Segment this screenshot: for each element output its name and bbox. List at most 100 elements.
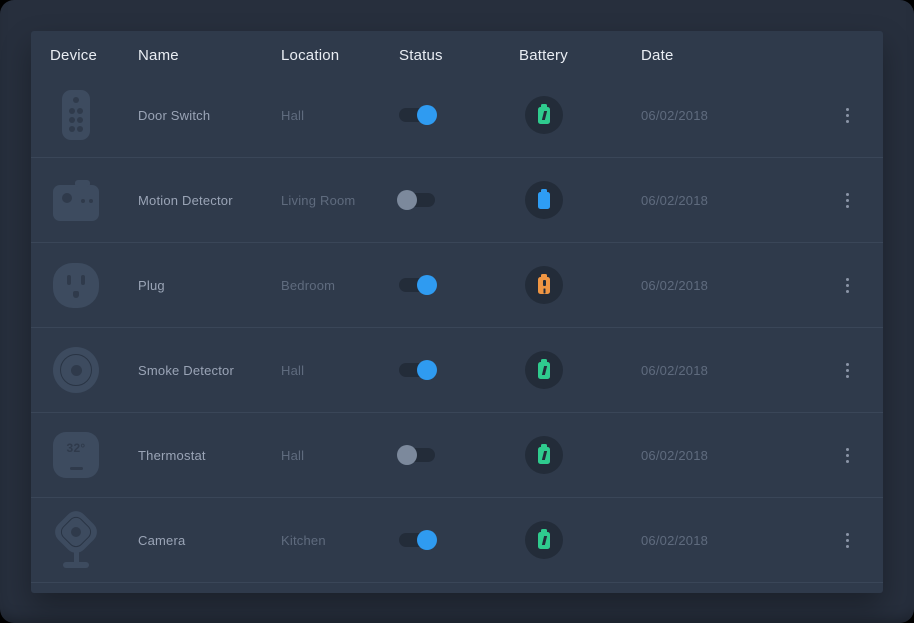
motion-detector-icon [53,185,99,221]
column-header-device: Device [50,47,138,64]
toggle-knob [397,190,417,210]
status-toggle-on[interactable] [399,533,435,547]
device-location: Kitchen [281,533,399,548]
device-cell: 32° [50,432,138,478]
battery-glyph [542,536,547,545]
battery-icon [538,532,550,549]
table-row-door-switch: Door Switch Hall 06/02/2018 [31,73,883,158]
toggle-knob [417,105,437,125]
thermostat-icon: 32° [53,432,99,478]
column-header-battery: Battery [519,47,641,64]
status-cell [399,533,519,547]
device-cell [50,347,138,393]
device-location: Living Room [281,193,399,208]
battery-glyph [542,111,547,120]
battery-icon [538,277,550,294]
battery-indicator-charging [525,351,563,389]
status-toggle-off[interactable] [399,448,435,462]
battery-indicator-charging [525,521,563,559]
device-date: 06/02/2018 [641,533,830,548]
table-header-row: DeviceNameLocationStatusBatteryDate [31,31,883,73]
table-row-plug: Plug Bedroom 06/02/2018 [31,243,883,328]
device-name: Motion Detector [138,193,281,208]
status-toggle-on[interactable] [399,278,435,292]
app-window: DeviceNameLocationStatusBatteryDate Door… [0,0,914,623]
battery-cell [519,521,641,559]
remote-control-icon [62,90,90,140]
menu-cell [830,443,864,468]
camera-head [51,507,102,558]
device-name: Plug [138,278,281,293]
kebab-menu-icon[interactable] [841,188,854,213]
device-cell [50,263,138,308]
kebab-menu-icon[interactable] [841,528,854,553]
battery-icon [538,107,550,124]
battery-indicator-charging [525,96,563,134]
table-row-thermostat: 32° Thermostat Hall 06/02/2018 [31,413,883,498]
table-row-motion-detector: Motion Detector Living Room 06/02/2018 [31,158,883,243]
battery-cell [519,181,641,219]
kebab-menu-icon[interactable] [841,358,854,383]
battery-glyph [542,451,547,460]
status-toggle-on[interactable] [399,108,435,122]
status-cell [399,448,519,462]
table-row-camera: Camera Kitchen 06/02/2018 [31,498,883,583]
device-date: 06/02/2018 [641,108,830,123]
battery-cell [519,351,641,389]
device-table-card: DeviceNameLocationStatusBatteryDate Door… [31,31,883,593]
kebab-menu-icon[interactable] [841,103,854,128]
battery-icon [538,447,550,464]
device-cell [50,179,138,221]
device-cell [50,510,138,570]
device-location: Hall [281,363,399,378]
table-row-smoke-detector: Smoke Detector Hall 06/02/2018 [31,328,883,413]
battery-indicator-low [525,266,563,304]
column-header-date: Date [641,47,830,64]
status-cell [399,278,519,292]
plug-outlet-icon [53,263,99,308]
device-date: 06/02/2018 [641,363,830,378]
toggle-knob [417,530,437,550]
toggle-knob [417,275,437,295]
device-name: Door Switch [138,108,281,123]
kebab-menu-icon[interactable] [841,273,854,298]
device-location: Hall [281,448,399,463]
battery-icon [538,362,550,379]
battery-icon [538,192,550,209]
device-date: 06/02/2018 [641,193,830,208]
status-cell [399,193,519,207]
battery-cell [519,436,641,474]
device-name: Thermostat [138,448,281,463]
device-date: 06/02/2018 [641,448,830,463]
status-cell [399,363,519,377]
battery-indicator-full [525,181,563,219]
battery-cell [519,96,641,134]
menu-cell [830,103,864,128]
device-date: 06/02/2018 [641,278,830,293]
battery-glyph [543,280,546,286]
table-body: Door Switch Hall 06/02/2018 Motion Detec… [31,73,883,583]
status-toggle-on[interactable] [399,363,435,377]
thermostat-temp-label: 32° [66,441,85,478]
menu-cell [830,528,864,553]
column-header-status: Status [399,47,519,64]
smoke-detector-icon [53,347,99,393]
battery-indicator-charging [525,436,563,474]
battery-glyph [542,366,547,375]
menu-cell [830,358,864,383]
battery-cell [519,266,641,304]
column-header-name: Name [138,47,281,64]
menu-cell [830,188,864,213]
status-toggle-off[interactable] [399,193,435,207]
status-cell [399,108,519,122]
device-name: Camera [138,533,281,548]
menu-cell [830,273,864,298]
device-location: Hall [281,108,399,123]
toggle-knob [417,360,437,380]
device-cell [50,90,138,140]
kebab-menu-icon[interactable] [841,443,854,468]
camera-icon [53,510,99,570]
toggle-knob [397,445,417,465]
device-location: Bedroom [281,278,399,293]
column-header-location: Location [281,47,399,64]
